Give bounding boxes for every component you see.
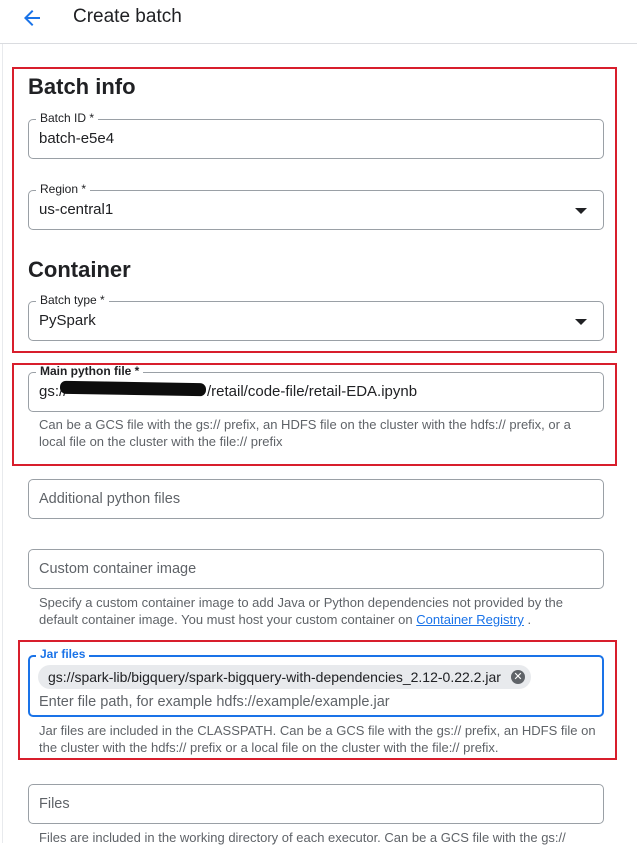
back-button[interactable] [18,4,50,32]
arrow-back-icon [24,10,40,26]
jar-file-chip[interactable]: gs://spark-lib/bigquery/spark-bigquery-w… [38,665,531,689]
cancel-icon[interactable]: ✕ [510,670,525,684]
files-helper: Files are included in the working direct… [39,830,566,845]
custom-container-image-field[interactable]: Custom container image [28,549,604,589]
jar-files-label: Jar files [36,647,90,661]
batch-type-value: PySpark [39,312,96,329]
region-label: Region * [36,182,91,196]
files-placeholder: Files [39,796,70,812]
custom-container-image-placeholder: Custom container image [39,561,197,577]
left-divider [2,44,3,843]
region-value: us-central1 [39,201,114,218]
page-title: Create batch [73,6,182,27]
container-registry-link[interactable]: Container Registry [416,612,524,627]
additional-python-files-field[interactable]: Additional python files [28,479,604,519]
custom-container-image-helper: Specify a custom container image to add … [39,594,599,628]
batch-id-value: batch-e5e4 [39,130,115,147]
redaction-mark [59,380,207,397]
container-heading: Container [28,257,131,282]
batch-type-select[interactable]: Batch type * PySpark [28,293,604,341]
main-python-file-helper: Can be a GCS file with the gs:// prefix,… [39,417,571,449]
files-field[interactable]: Files [28,784,604,824]
region-select[interactable]: Region * us-central1 [28,182,604,230]
jar-file-chip-text: gs://spark-lib/bigquery/spark-bigquery-w… [48,669,501,685]
batch-id-label: Batch ID * [36,111,99,125]
jar-files-field[interactable]: Jar files gs://spark-lib/bigquery/spark-… [28,647,604,717]
additional-python-files-placeholder: Additional python files [39,491,181,507]
dropdown-arrow-icon [575,319,587,325]
batch-id-field[interactable]: Batch ID * batch-e5e4 [28,111,604,159]
top-bar: Create batch [0,0,637,44]
batch-type-label: Batch type * [36,293,109,307]
helper-period: . [527,612,532,627]
batch-info-heading: Batch info [28,74,136,99]
jar-files-placeholder: Enter file path, for example hdfs://exam… [39,694,390,710]
jar-files-helper: Jar files are included in the CLASSPATH.… [39,723,596,755]
main-python-file-path: /retail/code-file/retail-EDA.ipynb [207,383,418,400]
dropdown-arrow-icon [575,208,587,214]
main-python-file-label: Main python file * [36,364,144,378]
